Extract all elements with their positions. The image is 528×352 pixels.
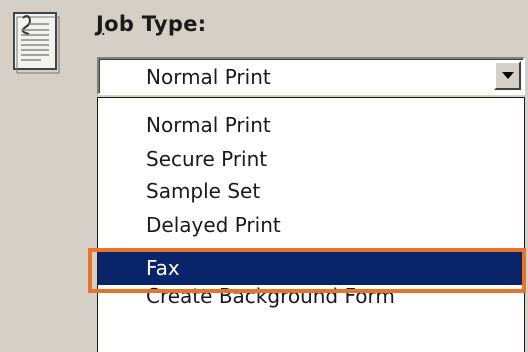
job-type-label-mnemonic: J xyxy=(96,12,105,36)
dropdown-button[interactable] xyxy=(494,61,521,90)
job-type-selected-value: Normal Print xyxy=(146,65,271,89)
option-normal-print[interactable]: Normal Print xyxy=(98,109,524,141)
chevron-down-icon xyxy=(502,72,514,79)
option-fax[interactable]: Fax xyxy=(98,252,524,285)
option-delayed-print[interactable]: Delayed Print xyxy=(98,209,524,241)
document-icon xyxy=(11,10,65,74)
job-type-dropdown-list: Normal Print Secure Print Sample Set Del… xyxy=(97,97,525,352)
job-type-panel: Job Type: Normal Print Normal Print Secu… xyxy=(0,0,528,352)
job-type-select[interactable]: Normal Print xyxy=(97,57,525,95)
job-type-label: Job Type: xyxy=(96,12,207,36)
option-sample-set[interactable]: Sample Set xyxy=(98,175,524,207)
option-secure-print[interactable]: Secure Print xyxy=(98,143,524,175)
option-create-background-form[interactable]: Create Background Form xyxy=(98,286,524,311)
job-type-label-text: ob Type: xyxy=(104,12,207,36)
